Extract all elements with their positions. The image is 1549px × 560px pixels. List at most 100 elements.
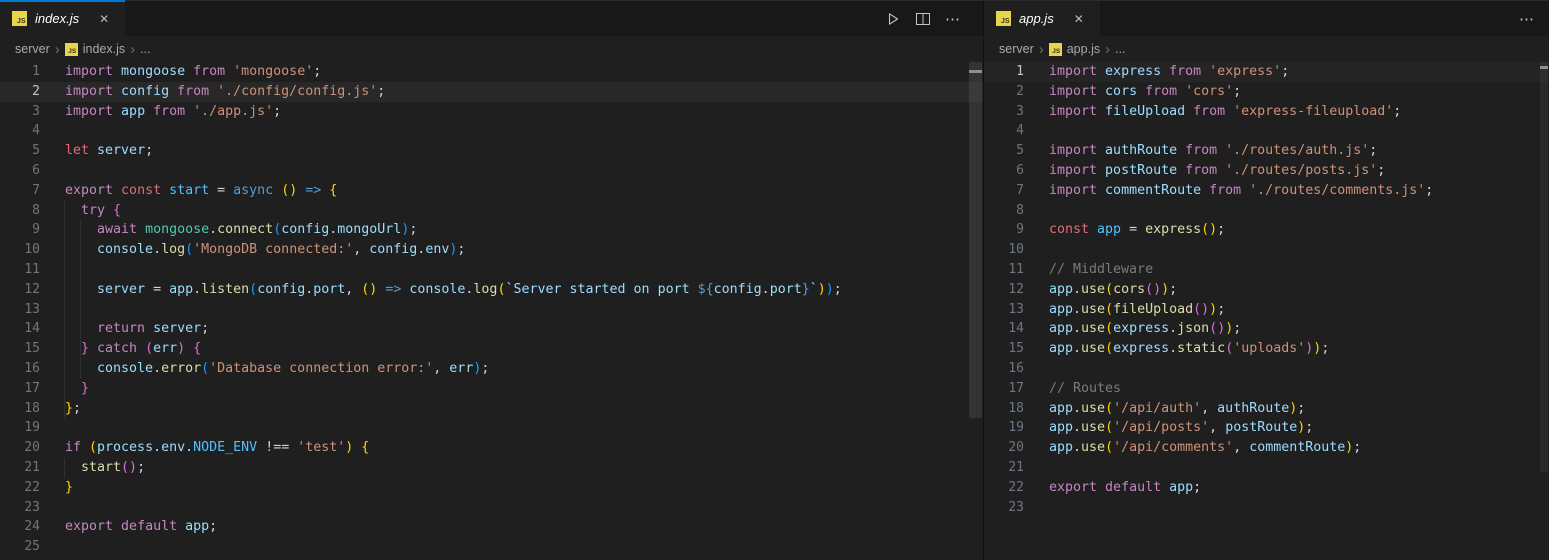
code-text: export default app; <box>1049 479 1202 495</box>
js-file-icon: JS <box>12 11 27 26</box>
code-text: } catch (err) { <box>65 341 202 357</box>
code-line: 21 <box>984 458 1549 478</box>
code-line: 20 app.use('/api/comments', commentRoute)… <box>984 438 1549 458</box>
line-number: 18 <box>24 400 40 416</box>
breadcrumb-label: ... <box>1115 42 1126 56</box>
split-editor-icon[interactable] <box>915 11 931 27</box>
breadcrumb-item[interactable]: server <box>15 42 50 56</box>
code-line: 1 import mongoose from 'mongoose'; <box>0 62 983 82</box>
scrollbar-right[interactable] <box>1539 62 1549 560</box>
scrollbar-thumb[interactable] <box>1540 62 1548 472</box>
line-number: 6 <box>32 162 40 178</box>
chevron-right-icon: › <box>1105 40 1111 58</box>
code-text: // Routes <box>1049 380 1122 396</box>
line-number: 14 <box>1008 321 1024 337</box>
line-number: 9 <box>32 222 40 238</box>
line-number: 14 <box>24 321 40 337</box>
breadcrumb-label: server <box>999 42 1034 56</box>
code-line: 11 <box>0 260 983 280</box>
tabbar-right: JS app.js ✕ ⋯ <box>984 0 1549 36</box>
line-number: 13 <box>24 301 40 317</box>
code-line: 8 try { <box>0 201 983 221</box>
js-file-icon: JS <box>1048 42 1062 56</box>
code-line: 8 <box>984 201 1549 221</box>
line-number: 1 <box>1016 64 1024 79</box>
tab-index-js[interactable]: JS index.js ✕ <box>0 0 126 36</box>
more-actions-icon[interactable]: ⋯ <box>945 10 961 28</box>
code-line: 1 import express from 'express'; <box>984 62 1549 82</box>
line-number: 2 <box>32 83 40 99</box>
breadcrumb-label: app.js <box>1066 42 1101 56</box>
code-line: 19 <box>0 418 983 438</box>
code-text: if (process.env.NODE_ENV !== 'test') { <box>65 440 370 456</box>
code-line: 24 export default app; <box>0 517 983 537</box>
breadcrumb-item[interactable]: JS index.js <box>64 42 125 56</box>
breadcrumb-item[interactable]: JS app.js <box>1048 42 1101 56</box>
breadcrumb-item[interactable]: ... <box>1115 42 1125 56</box>
code-text: import fileUpload from 'express-fileuplo… <box>1049 103 1402 119</box>
editor-group-left: JS index.js ✕ ⋯ server › JS index.js › .… <box>0 0 983 560</box>
code-line: 14 return server; <box>0 319 983 339</box>
line-number: 19 <box>1008 420 1024 436</box>
tab-label: app.js <box>1019 11 1054 26</box>
breadcrumb-label: server <box>15 42 50 56</box>
js-file-icon: JS <box>996 11 1011 26</box>
breadcrumb-item[interactable]: server <box>999 42 1034 56</box>
code-line: 12 app.use(cors()); <box>984 280 1549 300</box>
code-text: } <box>65 380 90 396</box>
line-number: 23 <box>24 499 40 515</box>
line-number: 23 <box>1008 499 1024 515</box>
run-icon[interactable] <box>885 11 901 27</box>
chevron-right-icon: › <box>54 40 60 58</box>
indent-guide <box>80 220 81 379</box>
code-area-left[interactable]: 1 import mongoose from 'mongoose'; 2 import… <box>0 62 983 560</box>
indent-guide <box>64 200 65 419</box>
code-line: 13 <box>0 300 983 320</box>
breadcrumb-right: server › JS app.js ›... <box>984 36 1549 62</box>
line-number: 15 <box>24 341 40 357</box>
code-text: export const start = async () => { <box>65 182 338 198</box>
indent-guide <box>64 458 65 478</box>
line-number: 17 <box>24 380 40 396</box>
more-actions-icon[interactable]: ⋯ <box>1519 10 1535 28</box>
breadcrumb-item[interactable]: ... <box>140 42 150 56</box>
code-text: app.use('/api/posts', postRoute); <box>1049 420 1314 436</box>
code-line: 10 console.log('MongoDB connected:', con… <box>0 240 983 260</box>
code-line: 4 <box>0 121 983 141</box>
code-line: 19 app.use('/api/posts', postRoute); <box>984 418 1549 438</box>
line-number: 15 <box>1008 341 1024 357</box>
line-number: 13 <box>1008 301 1024 317</box>
line-number: 20 <box>24 440 40 456</box>
line-number: 3 <box>32 103 40 119</box>
line-number: 10 <box>24 242 40 258</box>
line-number: 16 <box>24 360 40 376</box>
close-icon[interactable]: ✕ <box>1070 10 1088 28</box>
code-text: app.use('/api/comments', commentRoute); <box>1049 440 1362 456</box>
line-number: 18 <box>1008 400 1024 416</box>
line-number: 1 <box>32 64 40 79</box>
code-line: 14 app.use(express.json()); <box>984 319 1549 339</box>
code-text: import authRoute from './routes/auth.js'… <box>1049 143 1378 159</box>
tab-app-js[interactable]: JS app.js ✕ <box>984 1 1100 36</box>
code-text: } <box>65 479 74 495</box>
code-line: 18 app.use('/api/auth', authRoute); <box>984 399 1549 419</box>
scrollbar-left[interactable] <box>968 62 983 560</box>
scrollbar-thumb[interactable] <box>969 62 982 418</box>
code-line: 6 import postRoute from './routes/posts.j… <box>984 161 1549 181</box>
code-line: 13 app.use(fileUpload()); <box>984 300 1549 320</box>
code-line: 3 import app from './app.js'; <box>0 102 983 122</box>
code-text: return server; <box>65 321 210 337</box>
close-icon[interactable]: ✕ <box>95 10 113 28</box>
line-number: 11 <box>24 261 40 277</box>
code-text: import express from 'express'; <box>1049 64 1290 79</box>
code-area-right[interactable]: 1 import express from 'express'; 2 import c… <box>984 62 1549 560</box>
code-line: 15 } catch (err) { <box>0 339 983 359</box>
code-text: app.use('/api/auth', authRoute); <box>1049 400 1306 416</box>
breadcrumb-label: ... <box>140 42 151 56</box>
code-text: import commentRoute from './routes/comme… <box>1049 182 1434 198</box>
